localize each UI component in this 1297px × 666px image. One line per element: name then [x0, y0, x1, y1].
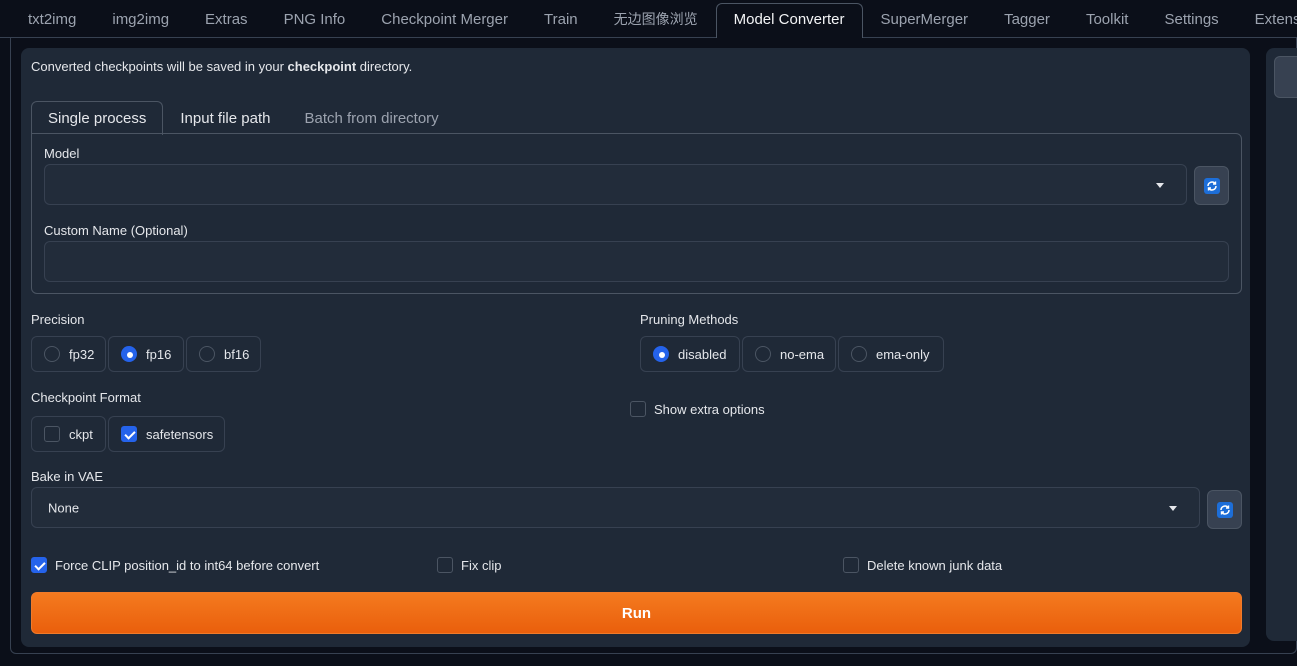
- tab-txt2img[interactable]: txt2img: [10, 3, 94, 37]
- radio-fp16[interactable]: [121, 346, 137, 362]
- delete-junk-label: Delete known junk data: [867, 557, 1003, 573]
- format-option-ckpt[interactable]: ckpt: [31, 416, 106, 452]
- checkbox-ckpt[interactable]: [44, 426, 60, 442]
- pruning-label: Pruning Methods: [640, 312, 739, 327]
- disabled-label: disabled: [678, 346, 727, 362]
- bf16-label: bf16: [224, 346, 250, 362]
- chevron-down-icon: [1169, 505, 1177, 511]
- tab-extras[interactable]: Extras: [187, 3, 266, 37]
- bake-vae-label: Bake in VAE: [31, 469, 104, 484]
- tab-toolkit[interactable]: Toolkit: [1068, 3, 1147, 37]
- top-tab-bar: txt2img img2img Extras PNG Info Checkpoi…: [0, 0, 1297, 38]
- vae-refresh-button[interactable]: [1207, 490, 1242, 529]
- refresh-icon: [1217, 502, 1233, 518]
- radio-bf16[interactable]: [199, 346, 215, 362]
- radio-fp32[interactable]: [44, 346, 60, 362]
- checkbox-delete-junk[interactable]: [843, 557, 859, 573]
- run-button[interactable]: Run: [31, 592, 1242, 634]
- tab-img2img[interactable]: img2img: [94, 3, 187, 37]
- refresh-icon: [1204, 178, 1220, 194]
- checkbox-force-clip[interactable]: [31, 557, 47, 573]
- chevron-down-icon: [1156, 182, 1164, 188]
- tab-checkpoint-merger[interactable]: Checkpoint Merger: [363, 3, 526, 37]
- custom-name-input[interactable]: [44, 241, 1229, 282]
- tab-settings[interactable]: Settings: [1146, 3, 1236, 37]
- show-extra-options[interactable]: Show extra options: [630, 401, 765, 417]
- delete-junk-option[interactable]: Delete known junk data: [843, 557, 1002, 573]
- bake-vae-dropdown[interactable]: None: [31, 487, 1200, 528]
- precision-option-fp16[interactable]: fp16: [108, 336, 184, 372]
- bake-vae-value: None: [48, 500, 80, 515]
- ckpt-label: ckpt: [69, 426, 93, 442]
- tab-model-converter[interactable]: Model Converter: [715, 3, 863, 38]
- precision-option-bf16[interactable]: bf16: [186, 336, 261, 372]
- ema-only-label: ema-only: [876, 346, 930, 362]
- checkbox-show-extra[interactable]: [630, 401, 646, 417]
- tab-extensions[interactable]: Extensio: [1237, 3, 1297, 37]
- info-text: Converted checkpoints will be saved in y…: [31, 59, 413, 74]
- fp32-label: fp32: [69, 346, 95, 362]
- side-panel: [1266, 48, 1297, 641]
- safetensors-label: safetensors: [146, 426, 214, 442]
- pruning-option-ema-only[interactable]: ema-only: [838, 336, 944, 372]
- tab-png-info[interactable]: PNG Info: [266, 3, 364, 37]
- pruning-option-disabled[interactable]: disabled: [640, 336, 740, 372]
- tab-batch-from-directory[interactable]: Batch from directory: [287, 101, 455, 134]
- tab-single-process[interactable]: Single process: [31, 101, 164, 135]
- side-panel-button[interactable]: [1274, 56, 1297, 98]
- radio-no-ema[interactable]: [755, 346, 771, 362]
- fix-clip-option[interactable]: Fix clip: [437, 557, 501, 573]
- sub-tab-bar: Single process Input file path Batch fro…: [31, 101, 456, 135]
- tab-input-file-path[interactable]: Input file path: [163, 101, 287, 134]
- checkpoint-format-label: Checkpoint Format: [31, 390, 141, 405]
- checkbox-fix-clip[interactable]: [437, 557, 453, 573]
- tab-image-browser[interactable]: 无边图像浏览: [596, 3, 716, 37]
- radio-disabled[interactable]: [653, 346, 669, 362]
- show-extra-label: Show extra options: [654, 401, 765, 417]
- tab-train[interactable]: Train: [526, 3, 596, 37]
- pruning-option-no-ema[interactable]: no-ema: [742, 336, 836, 372]
- model-label: Model: [44, 146, 80, 161]
- checkbox-safetensors[interactable]: [121, 426, 137, 442]
- model-dropdown[interactable]: [44, 164, 1187, 205]
- model-refresh-button[interactable]: [1194, 166, 1229, 205]
- force-clip-label: Force CLIP position_id to int64 before c…: [55, 557, 320, 573]
- no-ema-label: no-ema: [780, 346, 825, 362]
- info-bold-word: checkpoint: [287, 59, 357, 74]
- precision-label: Precision: [31, 312, 85, 327]
- tab-supermerger[interactable]: SuperMerger: [863, 3, 987, 37]
- format-option-safetensors[interactable]: safetensors: [108, 416, 225, 452]
- fp16-label: fp16: [146, 346, 172, 362]
- fix-clip-label: Fix clip: [461, 557, 502, 573]
- force-clip-option[interactable]: Force CLIP position_id to int64 before c…: [31, 557, 319, 573]
- precision-option-fp32[interactable]: fp32: [31, 336, 106, 372]
- tab-tagger[interactable]: Tagger: [986, 3, 1068, 37]
- custom-name-label: Custom Name (Optional): [44, 223, 188, 238]
- radio-ema-only[interactable]: [851, 346, 867, 362]
